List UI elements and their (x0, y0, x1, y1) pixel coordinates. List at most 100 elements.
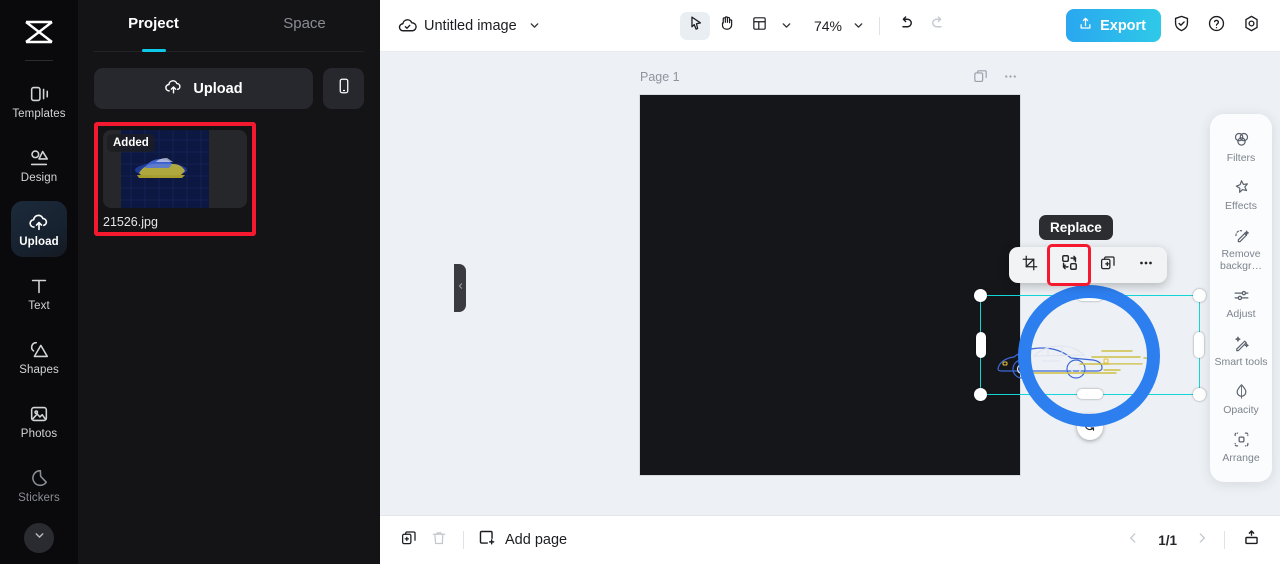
sidebar-item-label: Photos (20, 427, 58, 440)
asset-filename: 21526.jpg (103, 215, 158, 229)
present-icon (1242, 528, 1261, 552)
add-page-button[interactable]: Add page (477, 528, 567, 552)
tool-label: Opacity (1223, 404, 1259, 416)
mobile-device-icon (335, 77, 353, 100)
resize-handle-left[interactable] (976, 332, 986, 358)
duplicate-page-button[interactable] (394, 525, 424, 555)
prev-page-button[interactable] (1122, 529, 1144, 551)
sidebar-item-text[interactable]: Text (11, 265, 67, 321)
add-page-label: Add page (505, 532, 568, 548)
text-icon (28, 275, 50, 297)
crop-icon (1021, 254, 1039, 277)
remove-background-icon (1232, 225, 1251, 245)
page-navigation: 1/1 (1122, 525, 1266, 555)
expand-more-button[interactable] (24, 523, 54, 553)
page-tools (970, 66, 1020, 86)
selection-bounding-box[interactable] (974, 289, 1206, 440)
canvas-page[interactable]: Replace (640, 95, 1206, 475)
duplicate-button[interactable] (1090, 250, 1126, 280)
settings-button[interactable] (1236, 11, 1266, 41)
crop-button[interactable] (1012, 250, 1048, 280)
hand-icon (718, 14, 736, 37)
sidebar-item-label: Stickers (18, 491, 60, 504)
sidebar-item-design[interactable]: Design (11, 137, 67, 193)
redo-arrow-icon (929, 14, 947, 37)
main-area: Untitled image 74% Export Page 1 Replace… (380, 0, 1280, 564)
added-badge: Added (107, 134, 155, 152)
layout-chevron-down-icon[interactable] (776, 16, 796, 36)
sidebar-item-shapes[interactable]: Shapes (11, 329, 67, 385)
help-button[interactable] (1201, 11, 1231, 41)
trash-icon (430, 529, 448, 552)
tab-project[interactable]: Project (78, 0, 229, 47)
resize-handle-bottom-left[interactable] (974, 388, 987, 401)
tool-label: Smart tools (1214, 356, 1268, 368)
sidebar-item-photos[interactable]: Photos (11, 393, 67, 449)
tool-effects[interactable]: Effects (1212, 172, 1270, 218)
delete-page-button[interactable] (424, 525, 454, 555)
tool-remove-background[interactable]: Remove backgr… (1212, 220, 1270, 278)
more-button[interactable] (1128, 250, 1164, 280)
sidebar-item-upload[interactable]: Upload (11, 201, 67, 257)
sidebar-item-templates[interactable]: Templates (11, 73, 67, 129)
effects-star-icon (1232, 177, 1251, 197)
cloud-check-icon (394, 13, 420, 39)
resize-handle-bottom-right[interactable] (1193, 388, 1206, 401)
hand-tool-button[interactable] (712, 12, 742, 40)
capcut-logo-icon[interactable] (17, 10, 61, 54)
sidebar-item-label: Templates (12, 107, 66, 120)
tool-label: Filters (1226, 152, 1256, 164)
tool-smart-tools[interactable]: Smart tools (1212, 328, 1270, 374)
resize-handle-top[interactable] (1077, 291, 1103, 301)
bottom-bar: Add page 1/1 (380, 515, 1280, 564)
shield-check-button[interactable] (1166, 11, 1196, 41)
opacity-droplet-icon (1232, 381, 1251, 401)
object-toolbar (1009, 244, 1167, 286)
redo-button[interactable] (923, 12, 953, 40)
tool-label: Adjust (1226, 308, 1256, 320)
tab-space[interactable]: Space (229, 0, 380, 47)
tool-adjust[interactable]: Adjust (1212, 280, 1270, 326)
replace-image-icon (1060, 253, 1079, 277)
tool-opacity[interactable]: Opacity (1212, 376, 1270, 422)
sidebar-item-label: Upload (19, 235, 59, 248)
next-page-button[interactable] (1191, 529, 1213, 551)
top-toolbar: Untitled image 74% Export (380, 0, 1280, 52)
present-button[interactable] (1236, 525, 1266, 555)
more-options-icon[interactable] (1000, 66, 1020, 86)
chevron-down-icon (33, 529, 46, 547)
asset-item-21526[interactable]: Added 21526.jpg (94, 122, 256, 236)
zoom-chevron-down-icon[interactable] (848, 16, 868, 36)
shapes-icon (28, 339, 50, 361)
duplicate-page-icon[interactable] (970, 66, 990, 86)
arrange-icon (1232, 429, 1251, 449)
zoom-level-value[interactable]: 74% (808, 18, 842, 34)
panel-collapse-handle[interactable] (454, 264, 466, 312)
rotate-icon (1083, 418, 1097, 437)
select-tool-button[interactable] (680, 11, 710, 40)
canvas-area[interactable]: Page 1 Replace Filters Effects Remove ba… (380, 52, 1280, 564)
export-button[interactable]: Export (1066, 9, 1161, 42)
chevron-right-icon (1195, 531, 1209, 550)
document-title-chevron-down-icon[interactable] (525, 16, 545, 36)
right-tool-panel: Filters Effects Remove backgr… Adjust Sm… (1210, 114, 1272, 482)
resize-handle-top-right[interactable] (1193, 289, 1206, 302)
mobile-upload-button[interactable] (323, 68, 364, 109)
undo-button[interactable] (891, 12, 921, 40)
toolbar-divider (879, 16, 880, 35)
rail-divider (25, 60, 53, 61)
sidebar-item-stickers[interactable]: Stickers (11, 457, 67, 513)
rotate-handle[interactable] (1077, 414, 1103, 440)
replace-button[interactable] (1047, 244, 1091, 286)
nav-divider (1224, 531, 1225, 549)
tool-arrange[interactable]: Arrange (1212, 424, 1270, 470)
layout-tool-button[interactable] (744, 12, 774, 40)
upload-button[interactable]: Upload (94, 68, 313, 109)
resize-handle-bottom[interactable] (1077, 389, 1103, 399)
resize-handle-top-left[interactable] (974, 289, 987, 302)
resize-handle-right[interactable] (1194, 332, 1204, 358)
sidebar-item-label: Design (20, 171, 58, 184)
tool-label: Remove backgr… (1219, 248, 1262, 272)
tool-filters[interactable]: Filters (1212, 124, 1270, 170)
export-button-label: Export (1100, 17, 1146, 34)
